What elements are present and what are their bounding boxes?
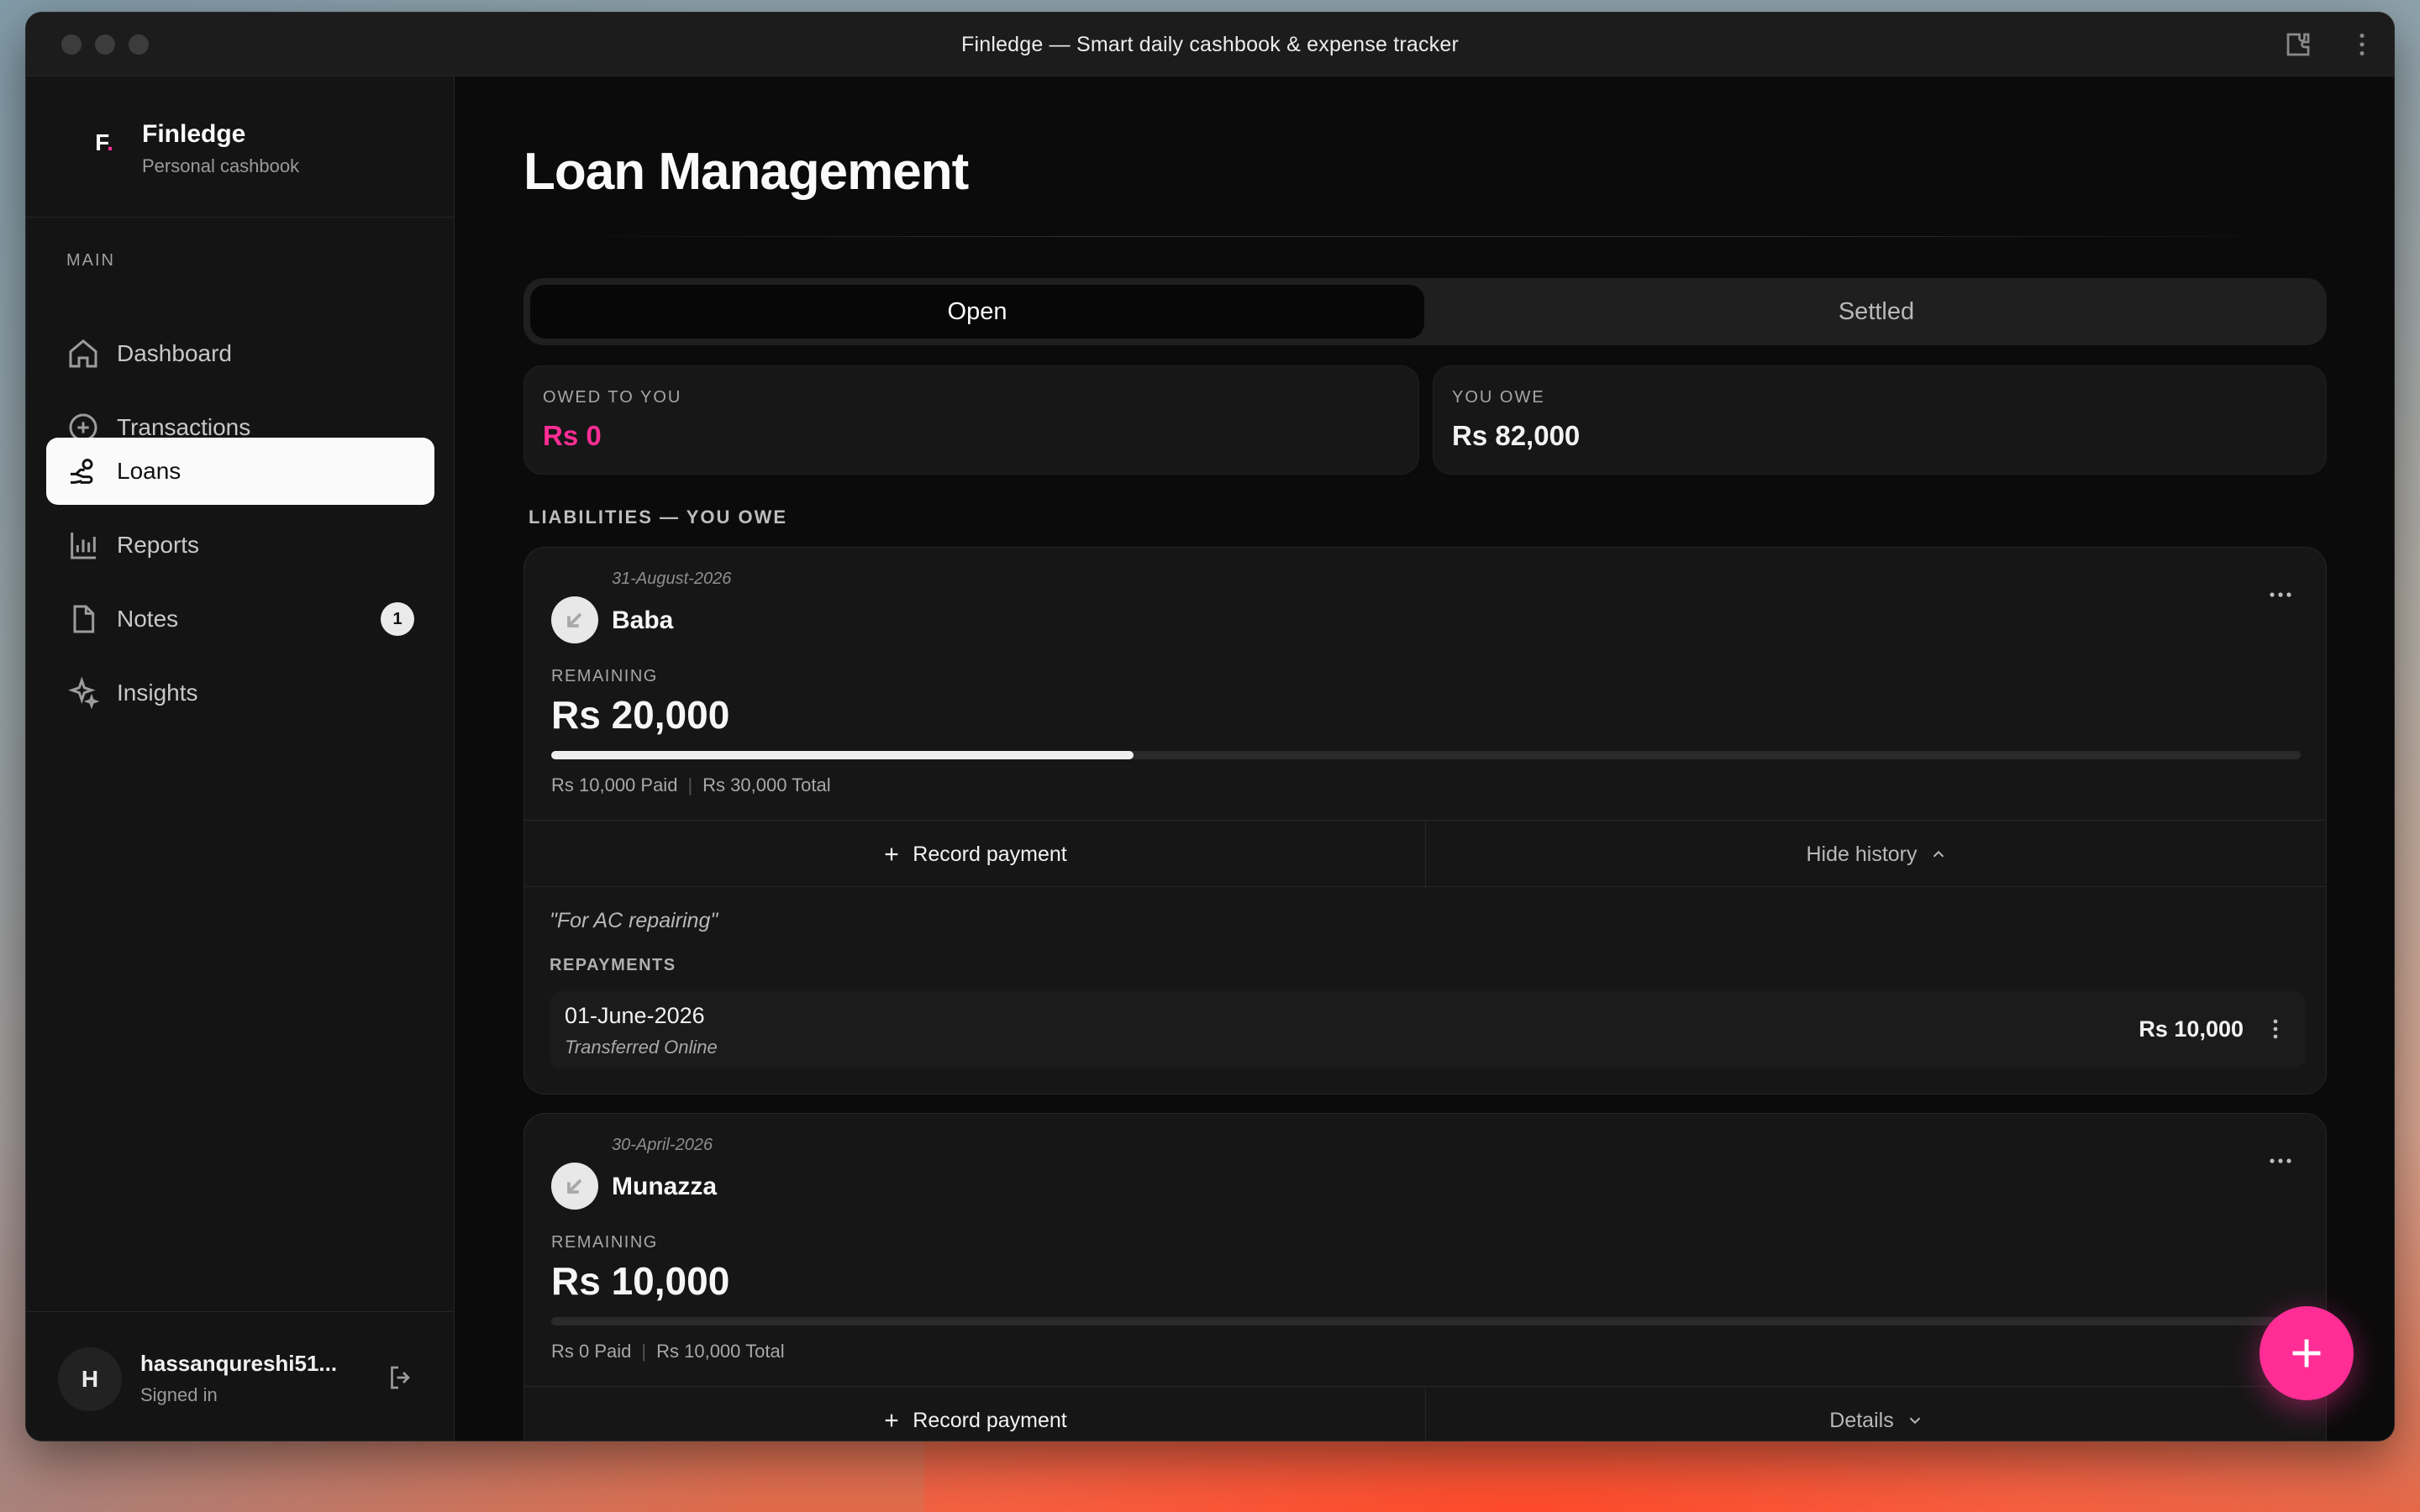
repayment-amount: Rs 10,000 (2139, 1016, 2244, 1042)
tab-settled[interactable]: Settled (1433, 285, 2320, 339)
hand-coins-icon (71, 459, 93, 484)
total-amount: Rs 10,000 Total (656, 1341, 785, 1362)
loan-actions: Record payment Hide history (524, 820, 2326, 888)
loan-card: 31-August-2026 Baba REMAINING Rs 20,000 … (523, 547, 2327, 1095)
you-owe-label: YOU OWE (1452, 388, 1545, 407)
sidebar-item-label: Dashboard (117, 340, 232, 366)
details-button[interactable]: Details (1426, 1387, 2326, 1441)
owed-to-you-label: OWED TO YOU (543, 388, 682, 407)
logout-icon[interactable] (386, 1362, 416, 1393)
brand-header: F. Finledge Personal cashbook (26, 76, 455, 218)
sidebar-item-label: Reports (117, 532, 200, 558)
user-panel: H hassanqureshi51... Signed in (26, 1311, 455, 1441)
remaining-amount: Rs 20,000 (551, 693, 730, 737)
add-loan-button[interactable] (2260, 1306, 2354, 1400)
bar-chart-icon (71, 533, 96, 559)
total-amount: Rs 30,000 Total (702, 774, 831, 795)
sidebar-item-notes[interactable]: Notes 1 (46, 585, 434, 653)
user-name: hassanqureshi51... (140, 1351, 338, 1376)
record-payment-label: Record payment (913, 842, 1067, 866)
main-content: Loan Management Open Settled OWED TO YOU… (455, 76, 2394, 1441)
you-owe-value: Rs 82,000 (1452, 420, 1581, 451)
brand-logo: F. (95, 129, 113, 155)
chevron-down-icon (1909, 1417, 1920, 1425)
record-payment-button[interactable]: Record payment (524, 821, 1426, 888)
record-payment-label: Record payment (913, 1408, 1067, 1432)
loan-actions: Record payment Details (524, 1386, 2326, 1441)
more-horizontal-icon[interactable] (2265, 586, 2296, 603)
plus-icon (885, 1414, 898, 1427)
repayment-date: 01-June-2026 (565, 1003, 705, 1028)
summary-separator: | (687, 774, 693, 795)
avatar[interactable]: H (58, 1347, 122, 1411)
repayments-label: REPAYMENTS (550, 956, 676, 974)
sidebar-item-label: Loans (117, 458, 182, 484)
you-owe-card: YOU OWE Rs 82,000 (1433, 365, 2327, 475)
loan-due-date: 31-August-2026 (612, 570, 732, 588)
details-label: Details (1829, 1408, 1894, 1432)
repayment-row: 01-June-2026 Transferred Online Rs 10,00… (550, 991, 2306, 1068)
status-tabs: Open Settled (523, 278, 2327, 345)
loan-direction-icon (551, 1163, 598, 1210)
summary-separator: | (641, 1341, 647, 1362)
app-window: Finledge — Smart daily cashbook & expens… (25, 12, 2395, 1441)
brand-subtitle: Personal cashbook (142, 155, 300, 176)
plus-icon (885, 848, 898, 861)
sidebar-item-label: Notes (117, 606, 179, 632)
sidebar-item-label: Insights (117, 680, 198, 706)
sidebar-item-reports[interactable]: Reports (46, 512, 434, 579)
loan-note: "For AC repairing" (550, 909, 718, 932)
more-vertical-icon[interactable] (2347, 29, 2377, 60)
repayment-progress-fill (551, 751, 1134, 759)
title-bar: Finledge — Smart daily cashbook & expens… (26, 13, 2394, 76)
loan-card: 30-April-2026 Munazza REMAINING Rs 10,00… (523, 1113, 2327, 1441)
home-icon (69, 339, 97, 368)
paid-total-summary: Rs 10,000 Paid | Rs 30,000 Total (551, 774, 831, 796)
loan-person-name: Baba (612, 606, 674, 634)
extensions-icon[interactable] (2283, 29, 2313, 60)
more-horizontal-icon[interactable] (2265, 1152, 2296, 1169)
window-title: Finledge — Smart daily cashbook & expens… (960, 33, 1460, 56)
record-payment-button[interactable]: Record payment (524, 1387, 1426, 1441)
title-divider (523, 236, 2327, 237)
nav-section-label: MAIN (66, 251, 115, 270)
loan-direction-icon (551, 596, 598, 643)
user-status: Signed in (140, 1384, 218, 1405)
repayment-method: Transferred Online (565, 1037, 718, 1058)
loan-person-name: Munazza (612, 1173, 718, 1200)
hide-history-label: Hide history (1806, 842, 1918, 866)
sidebar: F. Finledge Personal cashbook MAIN Dashb… (26, 76, 455, 1441)
chevron-up-icon (1933, 850, 1944, 858)
liabilities-section-label: LIABILITIES — YOU OWE (529, 507, 788, 528)
sparkles-icon (68, 676, 100, 710)
paid-total-summary: Rs 0 Paid | Rs 10,000 Total (551, 1341, 785, 1362)
owed-to-you-card: OWED TO YOU Rs 0 (523, 365, 1419, 475)
sidebar-item-insights[interactable]: Insights (46, 659, 434, 727)
remaining-label: REMAINING (551, 1233, 658, 1252)
plus-icon (2292, 1339, 2321, 1368)
remaining-label: REMAINING (551, 667, 658, 685)
notes-count-badge: 1 (381, 602, 414, 636)
repayment-progress-bar (551, 751, 2301, 759)
tab-open[interactable]: Open (530, 285, 1424, 339)
owed-to-you-value: Rs 0 (543, 420, 602, 451)
remaining-amount: Rs 10,000 (551, 1259, 730, 1303)
loan-due-date: 30-April-2026 (612, 1136, 713, 1154)
paid-amount: Rs 0 Paid (551, 1341, 632, 1362)
hide-history-button[interactable]: Hide history (1426, 821, 2326, 888)
sidebar-item-dashboard[interactable]: Dashboard (46, 320, 434, 387)
paid-amount: Rs 10,000 Paid (551, 774, 678, 795)
repayment-more-icon[interactable] (2267, 1015, 2284, 1043)
page-title: Loan Management (523, 143, 969, 201)
sidebar-item-loans[interactable]: Loans (46, 438, 434, 505)
file-icon (73, 605, 95, 633)
brand-name: Finledge (142, 120, 246, 148)
repayment-progress-bar (551, 1317, 2301, 1326)
